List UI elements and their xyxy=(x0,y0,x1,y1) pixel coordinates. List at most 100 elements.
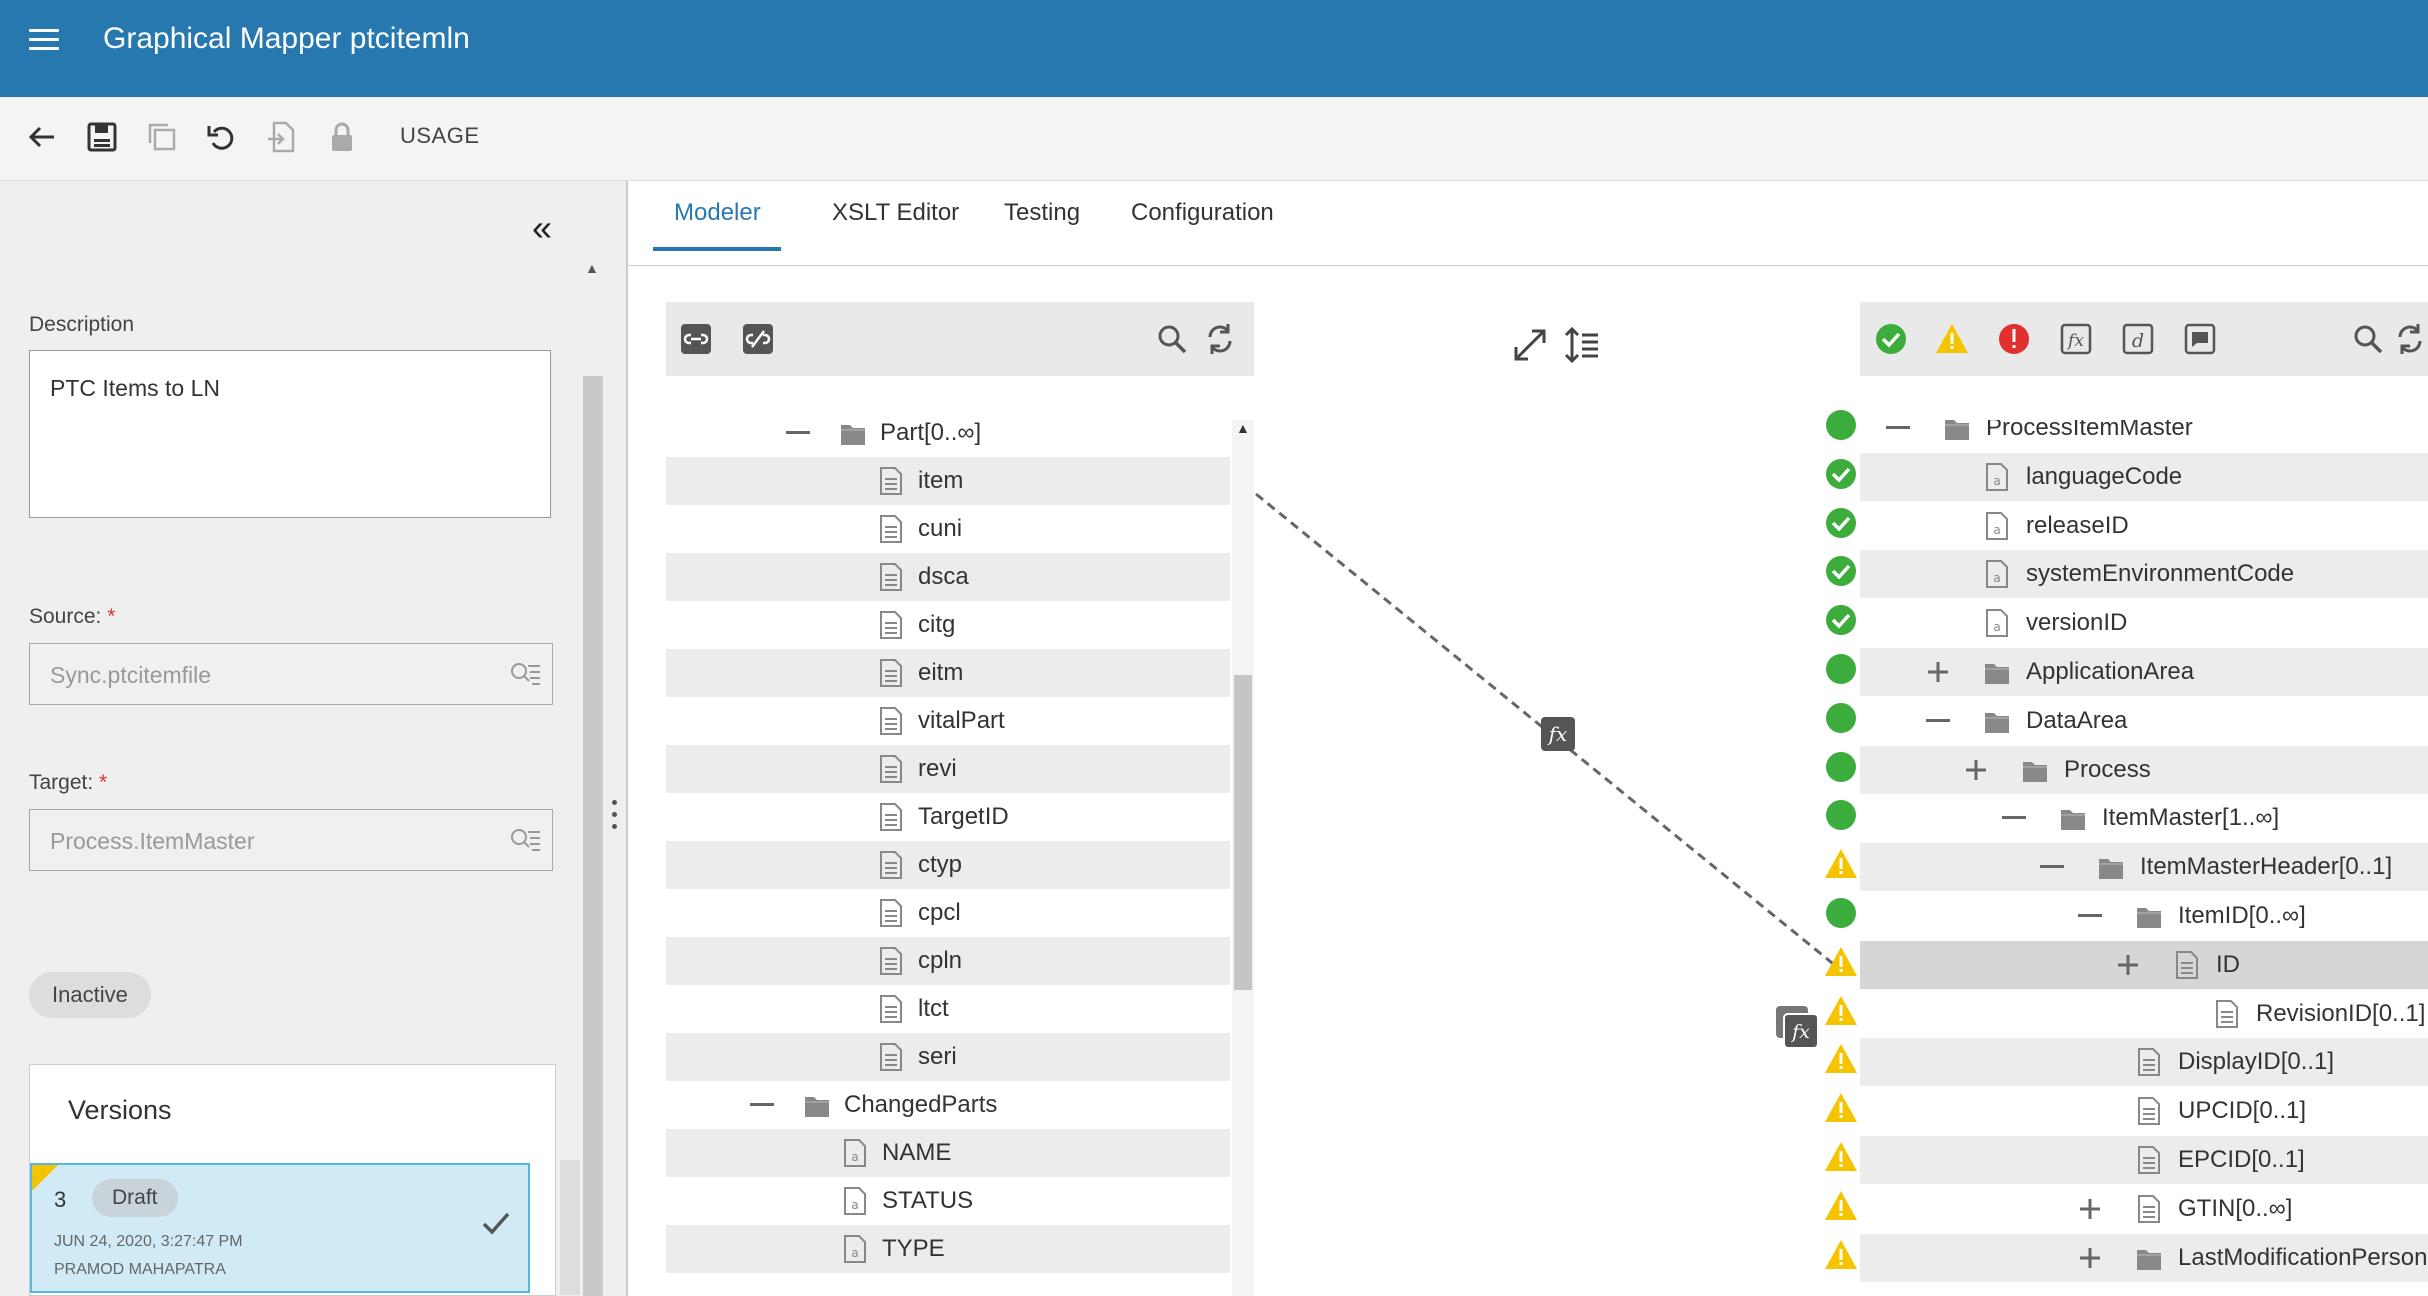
tab-xslt-editor[interactable]: XSLT Editor xyxy=(832,199,959,247)
tree-row[interactable]: ctyp xyxy=(666,841,1230,889)
source-scrollbar[interactable]: ▲ xyxy=(1232,420,1254,1296)
warning-filter-icon[interactable] xyxy=(1932,319,1972,359)
search-icon[interactable] xyxy=(1152,319,1192,359)
save-icon[interactable] xyxy=(82,117,122,157)
expand-node-icon[interactable] xyxy=(2078,1246,2102,1270)
tree-row[interactable]: a systemEnvironmentCode xyxy=(1860,550,2428,599)
expand-node-icon[interactable] xyxy=(2116,953,2140,977)
sort-lines-icon[interactable] xyxy=(1562,325,1602,365)
toolbar: USAGE xyxy=(0,97,2428,181)
tree-row[interactable]: ProcessItemMaster xyxy=(1860,420,2428,452)
tree-row[interactable]: citg xyxy=(666,601,1230,649)
tree-row[interactable]: ChangedParts xyxy=(666,1081,1230,1129)
tree-row[interactable]: TargetID xyxy=(666,793,1230,841)
function-icon[interactable]: fx xyxy=(1538,714,1578,754)
tree-row[interactable]: seri xyxy=(666,1033,1230,1081)
back-arrow-icon[interactable] xyxy=(22,117,62,157)
tree-row[interactable]: a languageCode xyxy=(1860,452,2428,501)
menu-icon[interactable] xyxy=(29,29,59,51)
collapse-node-icon[interactable] xyxy=(1926,718,1950,722)
tree-row[interactable]: cpln xyxy=(666,937,1230,985)
tree-row[interactable]: a STATUS xyxy=(666,1177,1230,1225)
tab-modeler[interactable]: Modeler xyxy=(653,199,781,251)
tree-row[interactable]: ApplicationArea xyxy=(1860,648,2428,696)
function-stack-icon[interactable]: fx xyxy=(1774,1004,1820,1050)
panel-scrollbar[interactable] xyxy=(583,376,603,1296)
refresh-icon[interactable] xyxy=(2392,319,2428,359)
tree-row[interactable]: revi xyxy=(666,745,1230,793)
tree-row[interactable]: cpcl xyxy=(666,889,1230,937)
tree-row[interactable]: item xyxy=(666,457,1230,505)
expand-node-icon[interactable] xyxy=(1964,758,1988,782)
versions-scrollbar[interactable] xyxy=(560,1160,580,1295)
collapse-node-icon[interactable] xyxy=(750,1103,774,1106)
tree-row[interactable]: Process xyxy=(1860,745,2428,794)
error-filter-icon[interactable] xyxy=(1994,319,2034,359)
tree-node-label: GTIN[0..∞] xyxy=(2178,1194,2293,1222)
tree-node-label: ItemMaster[1..∞] xyxy=(2102,804,2280,832)
tree-node-label: cpln xyxy=(918,947,963,974)
tree-row[interactable]: a releaseID xyxy=(1860,502,2428,550)
tree-row[interactable]: cuni xyxy=(666,505,1230,553)
file-icon xyxy=(880,1043,902,1071)
expand-node-icon[interactable] xyxy=(2078,1197,2102,1221)
lock-icon[interactable] xyxy=(322,117,362,157)
tree-row[interactable]: DisplayID[0..1] xyxy=(1860,1038,2428,1087)
tree-row[interactable]: a versionID xyxy=(1860,599,2428,647)
scrollbar-thumb[interactable] xyxy=(1234,675,1252,990)
resize-handle[interactable] xyxy=(612,800,620,840)
tree-row[interactable]: UPCID[0..1] xyxy=(1860,1087,2428,1135)
tree-row[interactable]: DataArea xyxy=(1860,697,2428,745)
tree-row[interactable]: ltct xyxy=(666,985,1230,1033)
tree-row[interactable]: ItemID[0..∞] xyxy=(1860,892,2428,940)
function-filter-icon[interactable]: fx xyxy=(2056,319,2096,359)
collapse-node-icon[interactable] xyxy=(2078,914,2102,917)
tree-row[interactable]: Part[0..∞] xyxy=(666,420,1230,457)
search-icon[interactable] xyxy=(2348,319,2388,359)
tree-node-label: Part[0..∞] xyxy=(880,420,982,446)
link-icon[interactable] xyxy=(676,319,716,359)
tab-configuration[interactable]: Configuration xyxy=(1131,199,1274,247)
valid-filter-icon[interactable] xyxy=(1871,319,1911,359)
target-toolbar: fx d xyxy=(1860,302,2428,376)
tree-row[interactable]: ItemMasterHeader[0..1] xyxy=(1860,843,2428,892)
tab-testing[interactable]: Testing xyxy=(1004,199,1080,247)
search-list-icon[interactable] xyxy=(508,660,542,690)
search-list-icon[interactable] xyxy=(508,826,542,856)
tree-row[interactable]: vitalPart xyxy=(666,697,1230,745)
refresh-icon[interactable] xyxy=(1200,319,1240,359)
collapse-node-icon[interactable] xyxy=(1886,426,1910,429)
default-filter-icon[interactable]: d xyxy=(2118,319,2158,359)
comment-filter-icon[interactable] xyxy=(2180,319,2220,359)
collapse-node-icon[interactable] xyxy=(786,431,810,434)
tree-row[interactable]: EPCID[0..1] xyxy=(1860,1136,2428,1184)
collapse-panel-icon[interactable]: « xyxy=(532,207,552,249)
source-field[interactable]: Sync.ptcitemfile xyxy=(29,643,553,705)
usage-button[interactable]: USAGE xyxy=(400,123,480,149)
copy-icon[interactable] xyxy=(142,117,182,157)
expand-icon[interactable] xyxy=(1510,325,1550,365)
folder-icon xyxy=(1985,664,2009,684)
collapse-node-icon[interactable] xyxy=(2002,816,2026,820)
scroll-up-icon[interactable]: ▲ xyxy=(585,260,599,276)
import-icon[interactable] xyxy=(262,117,302,157)
undo-icon[interactable] xyxy=(202,117,242,157)
file-icon xyxy=(880,803,902,831)
tree-row[interactable]: dsca xyxy=(666,553,1230,601)
description-field[interactable]: PTC Items to LN xyxy=(29,350,551,518)
tree-row[interactable]: eitm xyxy=(666,649,1230,697)
expand-node-icon[interactable] xyxy=(1926,660,1950,684)
collapse-node-icon[interactable] xyxy=(2040,865,2064,869)
tree-node-label: ID xyxy=(2216,950,2240,978)
tree-row[interactable]: ID xyxy=(1860,940,2428,989)
target-field[interactable]: Process.ItemMaster xyxy=(29,809,553,871)
unlink-icon[interactable] xyxy=(738,319,778,359)
tree-row[interactable]: a NAME xyxy=(666,1129,1230,1177)
tree-row[interactable]: LastModificationPerson[0..1] xyxy=(1860,1233,2428,1282)
tree-row[interactable]: GTIN[0..∞] xyxy=(1860,1185,2428,1233)
tree-row[interactable]: RevisionID[0..1] xyxy=(1860,990,2428,1038)
tree-row[interactable]: a TYPE xyxy=(666,1225,1230,1273)
scroll-up-icon[interactable]: ▲ xyxy=(1236,420,1250,436)
version-item[interactable]: 3 Draft JUN 24, 2020, 3:27:47 PM PRAMOD … xyxy=(30,1163,530,1293)
tree-row[interactable]: ItemMaster[1..∞] xyxy=(1860,794,2428,842)
